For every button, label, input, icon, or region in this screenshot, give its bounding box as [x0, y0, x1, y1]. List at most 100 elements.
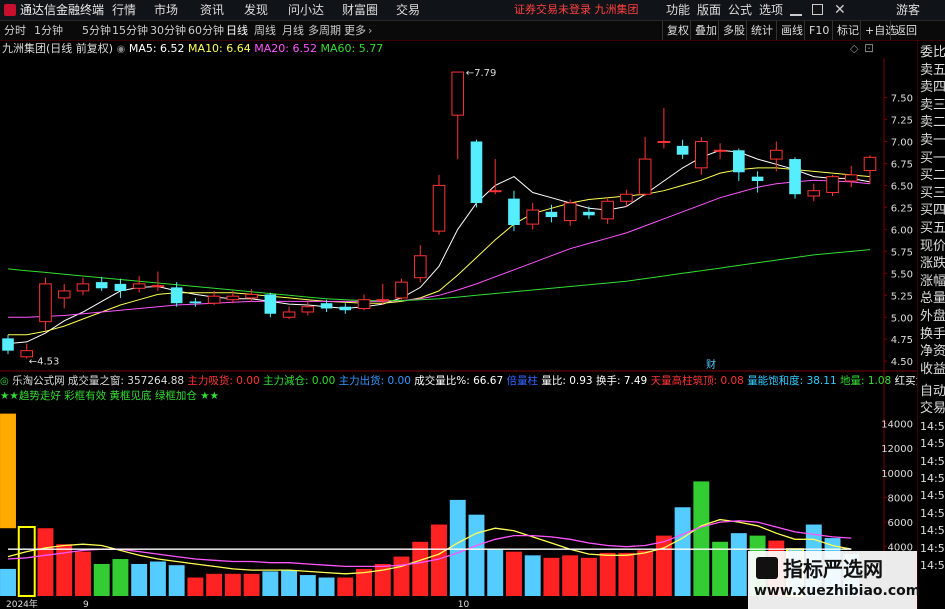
candle-body-20 [376, 299, 390, 302]
candle-body-12 [226, 295, 240, 301]
vol-tick-label-2: 8000 [888, 493, 913, 504]
quote-label-3: 卖三 [920, 97, 945, 113]
ind-item-6: 量比: 0.93 [541, 375, 593, 387]
candle-body-36 [676, 145, 689, 155]
candle-body-25 [470, 141, 483, 204]
candle-body-26 [488, 190, 502, 193]
volume-bar-27 [505, 551, 522, 596]
candle-body-34 [638, 158, 652, 195]
indicator-settings-icon[interactable]: ◎ [0, 376, 9, 387]
ind-item-7: 换手: 7.49 [595, 375, 648, 387]
volume-bar-38 [712, 541, 729, 596]
volume-bar-9 [168, 565, 185, 596]
volume-bar-28 [524, 555, 541, 596]
candle-body-8 [151, 285, 165, 288]
price-tick-label-4: 5.50 [891, 269, 913, 280]
ind-item-4: 成交量比%: 66.67 [414, 375, 504, 387]
volume-bar-8 [149, 561, 166, 596]
candle-body-35 [657, 140, 671, 143]
volume-bar-30 [562, 555, 579, 596]
ind-item-2: 主力減仓: 0.00 [263, 375, 336, 387]
candle-body-23 [432, 184, 446, 232]
candle-body-4 [76, 283, 90, 292]
price-tick-label-9: 6.75 [891, 159, 913, 170]
volume-bar-22 [412, 541, 429, 596]
candle-body-16 [301, 306, 315, 313]
ind-item-8: 天量高柱筑顶: 0.08 [650, 375, 744, 387]
ind-item-9: 量能饱和度: 38.11 [747, 375, 837, 387]
volume-bar-5 [93, 563, 110, 596]
ind-item-0: 成交量之窗: 357264.88 [67, 375, 185, 387]
price-tick-label-12: 7.50 [891, 94, 913, 105]
price-tick-label-10: 7.00 [891, 137, 913, 148]
volume-bar-10 [187, 577, 204, 596]
quote-label-17: 净资 [920, 344, 945, 360]
quote-label-0: 委比 [920, 45, 945, 60]
volume-bar-15 [281, 570, 298, 596]
high-label: ←7.79 [466, 68, 497, 79]
volume-bar-0 [0, 568, 16, 596]
candle-body-28 [526, 209, 540, 225]
candle-body-7 [132, 283, 146, 289]
quote-label-15: 外盘 [920, 309, 945, 324]
quote-label-4: 卖二 [920, 115, 945, 131]
ind-item-5: 倍量柱 [506, 375, 539, 387]
kline-chart[interactable]: 4.50 4.75 5.00 5.25 5.50 5.75 6.00 6.25 6.50 6.75… [0, 0, 917, 609]
trade-label-2: 14:56 [920, 419, 945, 433]
watermark-url: www.xuezhibiao.com [754, 583, 921, 599]
candle-body-31 [583, 211, 595, 216]
indicator-name: 乐淘公式网 [12, 375, 65, 387]
volume-bar-32 [599, 552, 616, 596]
candle-body-6 [114, 283, 127, 291]
date-label-oct: 10 [458, 600, 470, 609]
quote-label-7: 买二 [920, 168, 945, 184]
volume-bar-6 [112, 559, 129, 596]
quote-label-13: 涨幅 [920, 273, 945, 289]
candle-body-42 [789, 159, 801, 195]
volume-bar-25 [468, 514, 485, 596]
volume-bar-17 [318, 577, 335, 596]
ind-item-3: 主力出货: 0.00 [338, 375, 411, 387]
trade-label-8: 14:56 [920, 524, 945, 538]
volume-bar-39 [730, 533, 747, 596]
candle-body-10 [189, 301, 202, 304]
candle-body-21 [395, 281, 408, 299]
trade-label-0: 自动 [920, 384, 945, 399]
candle-body-17 [320, 303, 333, 309]
volume-bar-31 [580, 557, 597, 596]
price-tick-label-6: 6.00 [891, 225, 913, 236]
quote-label-18: 收益 [920, 361, 945, 377]
volume-bar-16 [299, 575, 316, 596]
vol-tick-label-5: 14000 [881, 419, 913, 430]
candle-body-29 [545, 211, 558, 218]
candle-body-15 [282, 311, 296, 318]
ind-item-10: 地量: 1.08 [839, 375, 892, 387]
candle-body-5 [95, 282, 108, 289]
candle-body-33 [620, 193, 633, 202]
volume-bar-24 [449, 499, 466, 596]
volume-bar-26 [487, 549, 504, 596]
candle-body-22 [413, 255, 427, 279]
candle-body-18 [339, 306, 352, 311]
volume-bar-2 [37, 528, 54, 596]
candle-body-3 [57, 290, 71, 299]
ma-line-ma60 [7, 249, 871, 302]
candle-body-24 [451, 71, 465, 116]
quote-label-5: 卖一 [920, 133, 945, 148]
indicator-header: ◎ 乐淘公式网 成交量之窗: 357264.88 主力吸货: 0.00 主力減仓… [0, 373, 945, 389]
candle-body-43 [807, 190, 821, 197]
price-tick-label-7: 6.25 [891, 203, 913, 214]
price-tick-label-8: 6.50 [891, 181, 913, 192]
candle-body-0 [2, 338, 14, 351]
candle-body-38 [713, 149, 727, 152]
price-tick-label-5: 5.75 [891, 247, 913, 258]
volume-bar-7 [131, 563, 148, 596]
date-label-year: 2024年 [6, 598, 38, 609]
trade-label-6: 14:56 [920, 489, 945, 503]
trade-label-9: 14:56 [920, 541, 945, 555]
candle-body-40 [751, 176, 764, 182]
candle-body-41 [769, 149, 783, 160]
candle-body-2 [39, 283, 52, 323]
price-tick-label-1: 4.75 [891, 335, 913, 346]
candle-body-45 [844, 174, 858, 182]
